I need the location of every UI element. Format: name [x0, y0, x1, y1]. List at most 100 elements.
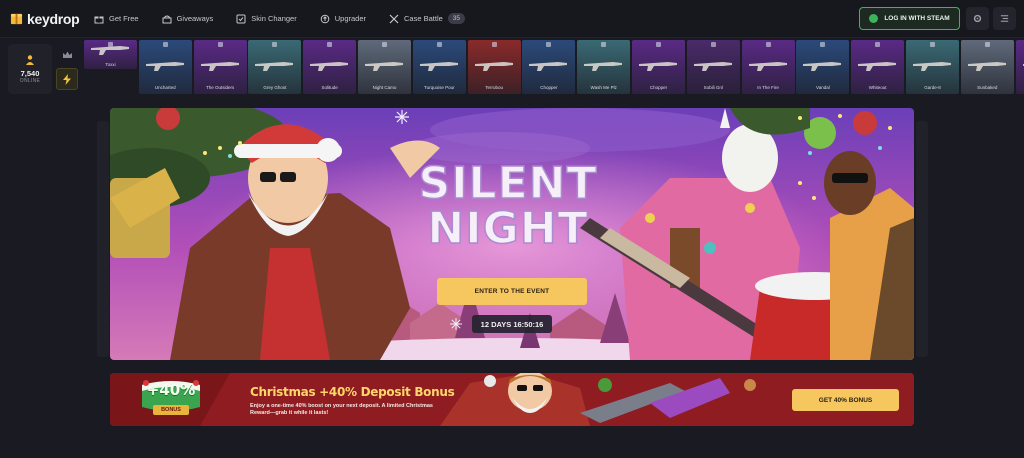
login-with-steam-button[interactable]: LOG IN WITH STEAM — [859, 7, 960, 30]
rarity-marker-icon — [436, 42, 442, 47]
nav-get-free[interactable]: Get Free — [94, 14, 139, 24]
drop-item-name: Toxxi — [105, 62, 116, 67]
rarity-marker-icon — [820, 42, 826, 47]
bonus-badge-text: +40% — [146, 381, 196, 399]
weapon-skin-icon — [419, 62, 458, 71]
menu-icon — [1000, 15, 1009, 22]
drop-item[interactable]: Sobili Gnl — [686, 40, 740, 94]
case-battle-count-badge: 35 — [447, 13, 466, 24]
rarity-marker-icon — [491, 42, 497, 47]
drop-item-name: Wash Me Plz — [590, 85, 617, 90]
drop-item[interactable]: Chopper — [632, 40, 685, 94]
drop-item-name: In The Fire — [757, 85, 779, 90]
drop-item-name: Vandal — [816, 85, 830, 90]
rarity-marker-icon — [162, 42, 168, 47]
drop-item-name: Chopper — [649, 85, 668, 90]
nav-giveaways[interactable]: Giveaways — [162, 14, 214, 24]
drop-item-name: Turquoise Pour — [423, 85, 455, 90]
weapon-skin-icon — [913, 62, 951, 71]
hero-prev-panel[interactable] — [97, 121, 109, 357]
drop-item[interactable]: Garde-8 — [906, 40, 959, 94]
fast-drops-toggle[interactable] — [56, 68, 78, 90]
case-battle-icon — [389, 14, 399, 23]
top-drops-toggle[interactable] — [56, 44, 78, 66]
nav-case-battle[interactable]: Case Battle 35 — [389, 13, 466, 24]
weapon-skin-icon — [474, 62, 513, 71]
drop-item[interactable]: Toxxi — [84, 40, 137, 69]
drop-item[interactable]: Solitude — [303, 40, 357, 94]
drop-item[interactable]: Meca — [1015, 40, 1024, 94]
menu-button[interactable] — [993, 7, 1016, 30]
drop-item-name: Chopper — [540, 85, 558, 90]
drop-item[interactable]: Chopper — [522, 40, 576, 94]
silent-title-text: SILENT — [419, 158, 598, 209]
upgrader-icon — [320, 14, 330, 23]
drop-item[interactable]: Turquoise Pour — [412, 40, 466, 94]
keydrop-logo[interactable]: keydrop — [10, 11, 80, 27]
drop-item[interactable]: Vandal — [796, 40, 850, 94]
weapon-skin-icon — [748, 62, 787, 71]
weapon-skin-icon — [529, 62, 568, 71]
steam-icon — [869, 14, 879, 23]
users-icon — [26, 55, 34, 65]
drop-item[interactable]: Sunbaked — [960, 40, 1014, 94]
enter-event-button[interactable]: ENTER TO THE EVENT — [437, 278, 587, 305]
gear-icon — [973, 14, 982, 23]
rarity-marker-icon — [382, 42, 387, 47]
rarity-marker-icon — [217, 42, 223, 47]
bonus-title: Christmas +40% Deposit Bonus — [250, 385, 455, 399]
snowflake-icon — [447, 315, 465, 333]
drop-item[interactable]: In The Fire — [741, 40, 795, 94]
drop-item-name: Garde-8 — [924, 85, 941, 90]
nav-get-free-label: Get Free — [109, 14, 139, 23]
bonus-badge-subtext: BONUS — [153, 405, 189, 415]
rarity-marker-icon — [984, 42, 990, 47]
get-bonus-button[interactable]: GET 40% BONUS — [792, 389, 899, 411]
weapon-skin-icon — [145, 62, 184, 71]
online-count: 7,540 — [20, 69, 40, 78]
drop-items-strip: Toxxi Uncharted The Outsiders Grey Ghost Sol… — [81, 40, 1024, 95]
weapon-skin-icon — [255, 62, 294, 71]
drop-item[interactable]: Wash Me Plz — [577, 40, 631, 94]
skin-changer-icon — [236, 14, 246, 23]
drop-item[interactable]: Terrobou — [467, 40, 521, 94]
hero-next-panel[interactable] — [916, 121, 928, 357]
drop-item-name: Terrobou — [485, 85, 503, 90]
drop-item-name: Whiteout — [868, 85, 887, 90]
steam-button-label: LOG IN WITH STEAM — [884, 15, 950, 22]
nav-skin-changer-label: Skin Changer — [251, 14, 297, 23]
drop-item-name: Night Camo — [372, 85, 397, 90]
drop-item[interactable]: Grey Ghost — [248, 40, 302, 94]
bonus-description: Enjoy a one-time 40% boost on your next … — [250, 403, 433, 416]
rarity-marker-icon — [327, 42, 333, 47]
drop-item[interactable]: Uncharted — [138, 40, 192, 94]
online-counter: 7,540 ONLINE — [8, 44, 52, 94]
drop-item-name: Meca — [1016, 85, 1024, 90]
rarity-marker-icon — [930, 42, 935, 47]
rarity-marker-icon — [875, 42, 881, 47]
weapon-skin-icon — [310, 62, 349, 71]
weapon-skin-icon — [365, 62, 403, 71]
crown-icon — [62, 51, 72, 58]
rarity-marker-icon — [710, 42, 716, 47]
giveaway-icon — [162, 15, 172, 23]
lightning-icon — [63, 73, 71, 85]
weapon-skin-icon — [200, 62, 239, 71]
rarity-marker-icon — [546, 42, 552, 47]
settings-button[interactable] — [966, 7, 989, 30]
rarity-marker-icon — [656, 42, 661, 47]
weapon-skin-icon — [858, 62, 897, 71]
weapon-skin-icon — [803, 62, 842, 71]
drop-item-name: The Outsiders — [205, 85, 235, 90]
nav-giveaways-label: Giveaways — [176, 14, 214, 23]
rarity-marker-icon — [765, 42, 771, 47]
drop-item[interactable]: Night Camo — [358, 40, 411, 94]
drop-item[interactable]: Whiteout — [851, 40, 905, 94]
drop-item[interactable]: The Outsiders — [193, 40, 247, 94]
weapon-skin-icon — [584, 62, 623, 71]
weapon-skin-icon — [693, 62, 732, 71]
nav-upgrader[interactable]: Upgrader — [320, 14, 366, 24]
drop-item-name: Sunbaked — [977, 85, 998, 90]
nav-skin-changer[interactable]: Skin Changer — [236, 14, 297, 24]
nav-upgrader-label: Upgrader — [334, 14, 367, 23]
